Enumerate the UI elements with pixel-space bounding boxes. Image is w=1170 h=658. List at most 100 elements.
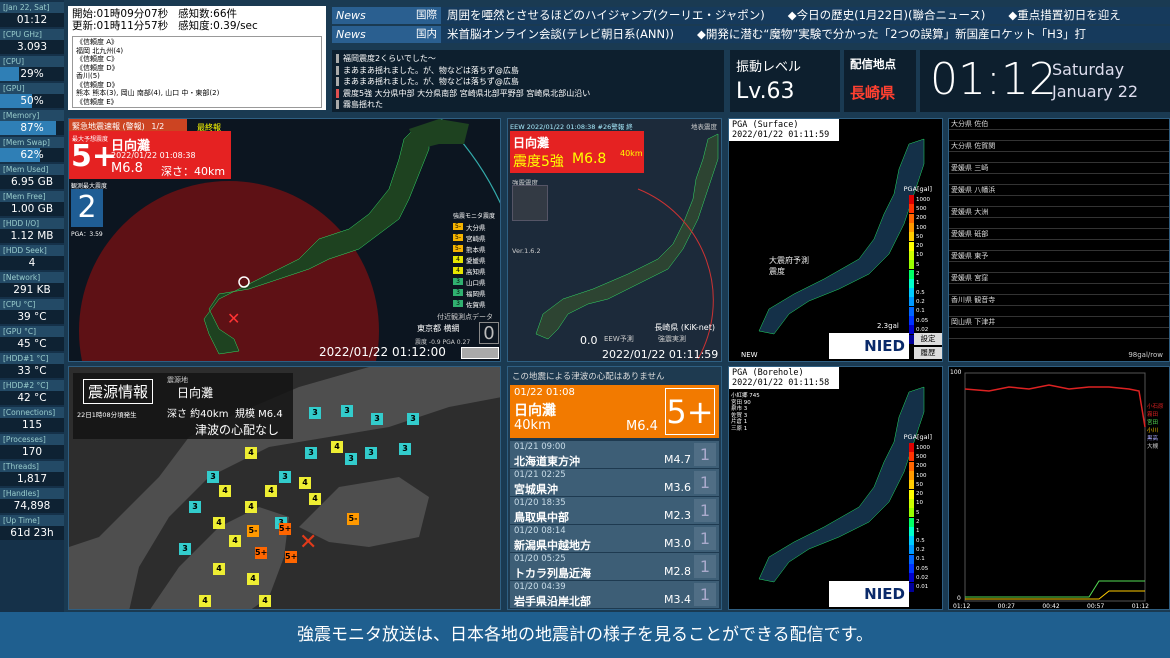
scale-color — [909, 471, 914, 481]
news-ticker: News 国際 周囲を唖然とさせるほどのハイジャンプ(クーリエ・ジャポン) ◆今日の… — [332, 6, 1170, 44]
intensity-marker: 5+ — [279, 523, 292, 535]
stat-value: 1,817 — [0, 472, 64, 486]
stat-value: 45 °C — [0, 337, 64, 351]
stat-value-text: 50% — [20, 95, 44, 107]
scale-step: 2 — [909, 269, 939, 279]
stat-label: [Processes] — [0, 434, 64, 445]
eew-map-btn[interactable] — [461, 347, 499, 359]
hypo-mag: 規模 M6.4 — [235, 409, 283, 420]
quake-history-row[interactable]: 01/20 04:39 岩手県沿岸北部 M3.4 1 — [510, 581, 719, 608]
eew2-int: 震度5強 — [513, 154, 564, 170]
stat-value: 115 — [0, 418, 64, 432]
intensity-marker: 3 — [189, 501, 201, 513]
detect-list[interactable]: 《信頼度 A》 福岡 北九州(4) 《信頼度 C》 《信頼度 D》 香川(5) 《信頼度 … — [72, 36, 322, 108]
eew-obs-box: 2 — [71, 189, 103, 227]
pga-borehole-unit: PGA[gal] — [903, 433, 932, 441]
intensity-marker: 3 — [407, 413, 419, 425]
news-text[interactable]: 周囲を唖然とさせるほどのハイジャンプ(クーリエ・ジャポン) ◆今日の歴史(1月2… — [441, 7, 1170, 24]
scale-step: 0.5 — [909, 536, 939, 546]
quake-date: 01/21 09:00 — [514, 442, 566, 452]
pga-borehole-time: 2022/01/22 01:11:58 — [732, 378, 830, 388]
news-row: News 国際 周囲を唖然とさせるほどのハイジャンプ(クーリエ・ジャポン) ◆今日の… — [332, 6, 1170, 25]
legend-swatch: 3 — [453, 300, 463, 307]
scale-step: 1000 — [909, 195, 939, 205]
quake-intensity: 1 — [694, 443, 716, 466]
intensity-marker: 4 — [299, 477, 311, 489]
nied-logo-2: NIED — [829, 581, 909, 607]
station-row — [949, 196, 1169, 207]
stat-value-text: 3.093 — [16, 41, 48, 53]
scale-value: 0.05 — [916, 317, 929, 324]
stat-value-text: 6.95 GB — [10, 176, 54, 188]
stat-label: [CPU GHz] — [0, 29, 64, 40]
detect-line: 《信頼度 D》 — [76, 63, 119, 72]
settings-button[interactable]: 設定 — [914, 333, 942, 345]
scale-color — [909, 554, 914, 564]
legend-pref: 福岡県 — [466, 289, 486, 298]
detect-rate: 感知度:0.39/sec — [178, 20, 258, 32]
nearby-value: 0 — [479, 322, 499, 344]
station-row — [949, 218, 1169, 229]
footer-banner: 強震モニタ放送は、日本各地の地震計の様子を見ることができる配信です。 — [0, 612, 1170, 658]
nied-text: NIED — [864, 337, 905, 355]
intensity-marker: 3 — [399, 443, 411, 455]
eew-depth: 深さ：40km — [161, 165, 226, 178]
eew2-box — [512, 185, 548, 221]
stat-value: 3.093 — [0, 40, 64, 54]
quake-history-row[interactable]: 01/20 08:14 新潟県中越地方 M3.0 1 — [510, 525, 719, 552]
scale-color — [909, 498, 914, 508]
scale-step: 1 — [909, 278, 939, 288]
graph-ymax: 100 — [950, 369, 962, 376]
stat-value-text: 39 °C — [17, 311, 47, 323]
station-row: 岡山県 下津井 — [949, 317, 1169, 328]
intensity-marker: 3 — [341, 405, 353, 417]
station-row: 愛媛県 砥部 — [949, 229, 1169, 240]
pga-surface-val: 2.3gal — [877, 322, 899, 330]
legend-title: 強震モニタ震度 — [453, 213, 496, 220]
scale-value: 10 — [916, 252, 923, 259]
quake-history-row[interactable]: 01/20 05:25 トカラ列島近海 M2.8 1 — [510, 553, 719, 580]
shindo-level-label: 振動レベル — [736, 60, 802, 75]
stat-value-text: 1.00 GB — [10, 203, 54, 215]
scale-color — [909, 443, 914, 453]
stat-value: 01:12 — [0, 13, 64, 27]
quake-date: 01/20 04:39 — [514, 582, 566, 592]
graph-xtick: 00:57 — [1087, 603, 1105, 610]
nied-logo: NIED — [829, 333, 909, 359]
stat-value: 1.12 MB — [0, 229, 64, 243]
legend-swatch: 3 — [453, 289, 463, 296]
scale-value: 100 — [916, 472, 927, 479]
hypocenter-map-panel: ✕ 震源情報 震源地 日向灘 22日1時08分頃発生 深さ 約40km 規模 M… — [68, 366, 501, 610]
intensity-marker: 5- — [347, 513, 359, 525]
graph-xtick: 01:12 — [1131, 603, 1149, 610]
tweet-item: まあまあ揺れました。が、物などは落ちず@広島 — [336, 65, 720, 77]
news-text[interactable]: 米首脳オンライン会談(テレビ朝日系(ANN)) ◆開発に潜む“魔物”実験で分かっ… — [441, 26, 1170, 43]
clock-panel: 01:12 Saturday January 22 — [920, 50, 1170, 112]
scale-color — [909, 564, 914, 573]
quake-history-row[interactable]: 01/21 09:00 北海道東方沖 M4.7 1 — [510, 441, 719, 468]
intensity-marker: 4 — [199, 595, 211, 607]
history-button[interactable]: 履歴 — [914, 347, 942, 359]
scale-value: 5 — [916, 509, 920, 516]
stat-value-text: 62% — [20, 149, 44, 161]
stat-value: 74,898 — [0, 499, 64, 513]
detect-line: 《信頼度 A》 — [76, 38, 119, 46]
eew2-mag: M6.8 — [572, 151, 607, 167]
hypo-time: 22日1時08分頃発生 — [77, 411, 137, 419]
quake-history-row[interactable]: 01/21 02:25 宮城県沖 M3.6 1 — [510, 469, 719, 496]
scale-color — [909, 517, 914, 527]
stat-value: 39 °C — [0, 310, 64, 324]
legend-pref: 愛媛県 — [466, 256, 486, 265]
intensity-marker: 4 — [213, 517, 225, 529]
scale-color — [909, 278, 914, 288]
quake-history-row[interactable]: 01/20 18:35 鳥取県中部 M2.3 1 — [510, 497, 719, 524]
scale-value: 2 — [916, 271, 920, 278]
legend-item: 3 佐賀県 — [453, 298, 500, 309]
quake-mag: M3.4 — [664, 593, 691, 606]
legend-pref: 高知県 — [466, 267, 486, 276]
borehole-line: 小紅郷 745 — [731, 393, 760, 399]
stat-value: 6.95 GB — [0, 175, 64, 189]
intensity-marker: 3 — [279, 471, 291, 483]
scale-value: 1 — [916, 280, 920, 287]
latest-quake[interactable]: 01/22 01:08 日向灘 40km M6.4 5+ — [510, 385, 719, 438]
